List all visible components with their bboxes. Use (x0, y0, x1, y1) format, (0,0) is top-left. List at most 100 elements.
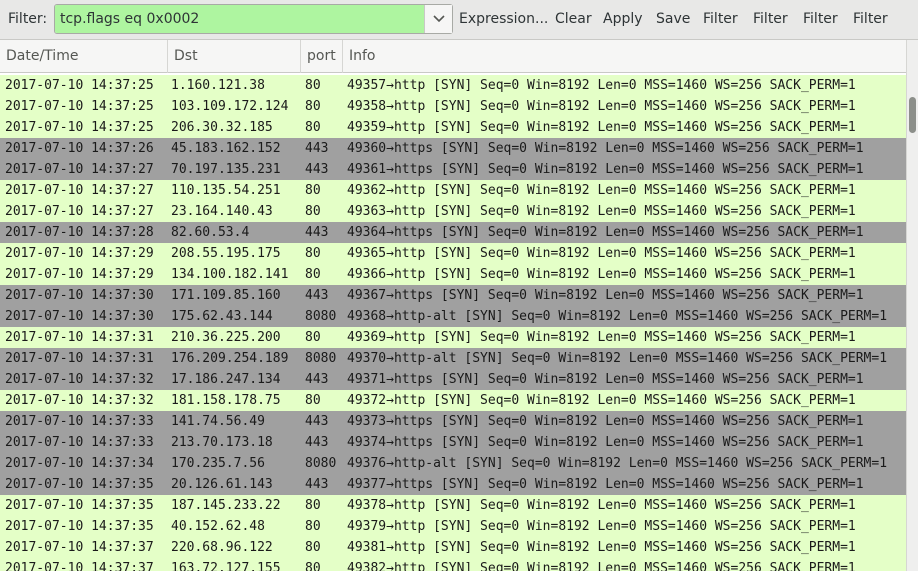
packet-info: 49382→http [SYN] Seq=0 Win=8192 Len=0 MS… (347, 561, 856, 571)
packet-row[interactable]: 2017-07-10 14:37:32 17.186.247.134 443 4937… (0, 369, 906, 390)
filter-input[interactable] (55, 5, 425, 33)
packet-row[interactable]: 2017-07-10 14:37:29 208.55.195.175 80 49365… (0, 243, 906, 264)
packet-time: 2017-07-10 14:37:32 (5, 393, 154, 408)
packet-dst: 208.55.195.175 (171, 246, 281, 261)
packet-dst: 45.183.162.152 (171, 141, 281, 156)
chevron-down-icon (432, 15, 445, 23)
packet-dst: 141.74.56.49 (171, 414, 265, 429)
packet-row[interactable]: 2017-07-10 14:37:25 103.109.172.124 80 4935… (0, 96, 906, 117)
packet-row[interactable]: 2017-07-10 14:37:28 82.60.53.4 443 49364→ht… (0, 222, 906, 243)
packet-port: 8080 (305, 456, 337, 471)
packet-dst: 206.30.32.185 (171, 120, 273, 135)
packet-time: 2017-07-10 14:37:30 (5, 309, 154, 324)
packet-list-header: Date/Time Dst port Info (0, 40, 906, 73)
packet-dst: 210.36.225.200 (171, 330, 281, 345)
packet-dst: 1.160.121.38 (171, 78, 265, 93)
apply-button[interactable]: Apply (603, 11, 643, 27)
packet-info: 49365→http [SYN] Seq=0 Win=8192 Len=0 MS… (347, 246, 856, 261)
packet-port: 443 (305, 141, 329, 156)
packet-time: 2017-07-10 14:37:29 (5, 267, 154, 282)
packet-dst: 17.186.247.134 (171, 372, 281, 387)
filter-button-4[interactable]: Filter (853, 11, 888, 27)
packet-info: 49374→https [SYN] Seq=0 Win=8192 Len=0 M… (347, 435, 864, 450)
packet-info: 49371→https [SYN] Seq=0 Win=8192 Len=0 M… (347, 372, 864, 387)
packet-dst: 40.152.62.48 (171, 519, 265, 534)
packet-row[interactable]: 2017-07-10 14:37:27 70.197.135.231 443 4936… (0, 159, 906, 180)
packet-list: 2017-07-10 14:37:25 1.160.121.38 80 49357→h… (0, 75, 906, 571)
packet-row[interactable]: 2017-07-10 14:37:27 110.135.54.251 80 49362… (0, 180, 906, 201)
packet-dst: 187.145.233.22 (171, 498, 281, 513)
packet-info: 49358→http [SYN] Seq=0 Win=8192 Len=0 MS… (347, 99, 856, 114)
packet-dst: 103.109.172.124 (171, 99, 289, 114)
packet-row[interactable]: 2017-07-10 14:37:30 175.62.43.144 8080 4936… (0, 306, 906, 327)
packet-row[interactable]: 2017-07-10 14:37:25 206.30.32.185 80 49359→… (0, 117, 906, 138)
packet-info: 49369→http [SYN] Seq=0 Win=8192 Len=0 MS… (347, 330, 856, 345)
packet-row[interactable]: 2017-07-10 14:37:30 171.109.85.160 443 4936… (0, 285, 906, 306)
clear-button[interactable]: Clear (555, 11, 592, 27)
packet-info: 49368→http-alt [SYN] Seq=0 Win=8192 Len=… (347, 309, 888, 324)
packet-port: 80 (305, 561, 321, 571)
column-header-info[interactable]: Info (343, 40, 906, 73)
packet-dst: 20.126.61.143 (171, 477, 273, 492)
packet-time: 2017-07-10 14:37:37 (5, 561, 154, 571)
packet-row[interactable]: 2017-07-10 14:37:26 45.183.162.152 443 4936… (0, 138, 906, 159)
column-header-dst[interactable]: Dst (168, 40, 301, 73)
packet-row[interactable]: 2017-07-10 14:37:27 23.164.140.43 80 49363→… (0, 201, 906, 222)
filter-history-dropdown[interactable] (424, 5, 452, 33)
packet-port: 80 (305, 120, 321, 135)
packet-row[interactable]: 2017-07-10 14:37:33 213.70.173.18 443 49374… (0, 432, 906, 453)
packet-dst: 213.70.173.18 (171, 435, 273, 450)
vertical-scrollbar[interactable] (906, 40, 918, 571)
packet-port: 8080 (305, 309, 337, 324)
packet-port: 80 (305, 519, 321, 534)
packet-port: 443 (305, 477, 329, 492)
packet-row[interactable]: 2017-07-10 14:37:35 20.126.61.143 443 49377… (0, 474, 906, 495)
filter-button-2[interactable]: Filter (753, 11, 788, 27)
packet-row[interactable]: 2017-07-10 14:37:34 170.235.7.56 8080 49376… (0, 453, 906, 474)
packet-time: 2017-07-10 14:37:25 (5, 120, 154, 135)
expression-button[interactable]: Expression... (459, 11, 548, 27)
packet-row[interactable]: 2017-07-10 14:37:35 40.152.62.48 80 49379→h… (0, 516, 906, 537)
packet-row[interactable]: 2017-07-10 14:37:37 220.68.96.122 80 49381→… (0, 537, 906, 558)
filter-button-1[interactable]: Filter (703, 11, 738, 27)
packet-row[interactable]: 2017-07-10 14:37:33 141.74.56.49 443 49373→… (0, 411, 906, 432)
packet-dst: 163.72.127.155 (171, 561, 281, 571)
packet-row[interactable]: 2017-07-10 14:37:31 176.209.254.189 8080 49… (0, 348, 906, 369)
packet-time: 2017-07-10 14:37:37 (5, 540, 154, 555)
packet-row[interactable]: 2017-07-10 14:37:31 210.36.225.200 80 49369… (0, 327, 906, 348)
filter-button-3[interactable]: Filter (803, 11, 838, 27)
packet-dst: 171.109.85.160 (171, 288, 281, 303)
packet-dst: 82.60.53.4 (171, 225, 250, 240)
packet-time: 2017-07-10 14:37:25 (5, 78, 154, 93)
packet-info: 49359→http [SYN] Seq=0 Win=8192 Len=0 MS… (347, 120, 856, 135)
packet-port: 80 (305, 498, 321, 513)
packet-port: 80 (305, 78, 321, 93)
save-button[interactable]: Save (656, 11, 690, 27)
packet-port: 8080 (305, 351, 337, 366)
filter-label: Filter: (8, 11, 48, 27)
packet-row[interactable]: 2017-07-10 14:37:25 1.160.121.38 80 49357→h… (0, 75, 906, 96)
packet-time: 2017-07-10 14:37:33 (5, 435, 154, 450)
packet-time: 2017-07-10 14:37:32 (5, 372, 154, 387)
column-header-port[interactable]: port (301, 40, 343, 73)
packet-port: 80 (305, 246, 321, 261)
packet-port: 80 (305, 267, 321, 282)
packet-info: 49360→https [SYN] Seq=0 Win=8192 Len=0 M… (347, 141, 864, 156)
packet-dst: 110.135.54.251 (171, 183, 281, 198)
column-header-datetime[interactable]: Date/Time (0, 40, 168, 73)
packet-row[interactable]: 2017-07-10 14:37:35 187.145.233.22 80 49378… (0, 495, 906, 516)
packet-port: 80 (305, 183, 321, 198)
packet-time: 2017-07-10 14:37:27 (5, 183, 154, 198)
packet-row[interactable]: 2017-07-10 14:37:29 134.100.182.141 80 4936… (0, 264, 906, 285)
packet-dst: 176.209.254.189 (171, 351, 289, 366)
packet-time: 2017-07-10 14:37:26 (5, 141, 154, 156)
packet-port: 80 (305, 393, 321, 408)
packet-row[interactable]: 2017-07-10 14:37:32 181.158.178.75 80 49372… (0, 390, 906, 411)
packet-info: 49370→http-alt [SYN] Seq=0 Win=8192 Len=… (347, 351, 888, 366)
packet-info: 49376→http-alt [SYN] Seq=0 Win=8192 Len=… (347, 456, 888, 471)
packet-time: 2017-07-10 14:37:28 (5, 225, 154, 240)
packet-port: 80 (305, 330, 321, 345)
scrollbar-thumb[interactable] (909, 97, 916, 133)
packet-row[interactable]: 2017-07-10 14:37:37 163.72.127.155 80 49382… (0, 558, 906, 571)
packet-time: 2017-07-10 14:37:35 (5, 477, 154, 492)
